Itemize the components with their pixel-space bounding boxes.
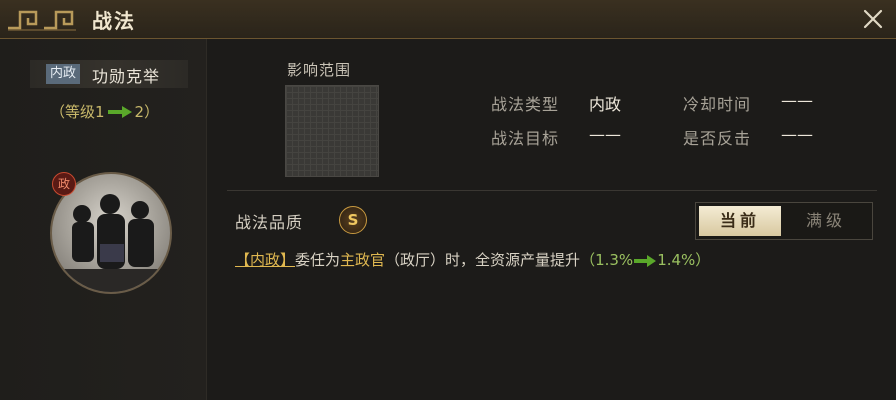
skill-type-label: 战法类型 [491, 95, 560, 114]
tab-max-level[interactable]: 满级 [784, 206, 868, 236]
arrow-right-icon [107, 105, 132, 118]
skill-detail-panel: 影响范围 战法类型 内政 冷却时间 —— 战法目标 —— 是否反击 —— 战法品… [207, 39, 896, 400]
cooldown-label: 冷却时间 [683, 95, 752, 114]
counterattack-label: 是否反击 [683, 129, 752, 148]
range-grid [285, 85, 379, 177]
level-to: 2） [134, 103, 160, 121]
close-icon[interactable] [860, 6, 886, 32]
description-part1: 委任为 [295, 251, 341, 269]
skill-description: 【内政】委任为主政官（政厅）时，全资源产量提升（1.3% 1.4%） [235, 249, 710, 270]
quality-grade-badge: S [339, 206, 367, 234]
tab-current[interactable]: 当前 [699, 206, 781, 236]
skill-type-tag: 内政 [46, 64, 81, 84]
section-divider [227, 190, 877, 191]
level-view-toggle: 当前 满级 [695, 202, 873, 240]
description-part2: （政厅）时，全资源产量提升 [385, 251, 581, 269]
skill-type-value: 内政 [589, 95, 622, 114]
quality-label: 战法品质 [235, 213, 304, 232]
domestic-affairs-badge: 政 [52, 172, 76, 196]
skill-target-value: —— [589, 125, 621, 144]
title-bar: 战法 [0, 0, 896, 39]
description-highlight: 主政官 [340, 251, 386, 269]
description-tag: 【内政】 [235, 251, 296, 269]
description-value-to: 1.4% [657, 251, 696, 269]
arrow-right-icon [634, 254, 657, 267]
meander-ornament-icon [8, 10, 76, 31]
skill-portrait: 政 [50, 172, 172, 294]
skill-name: 功勋克举 [92, 67, 161, 86]
range-label: 影响范围 [287, 61, 352, 79]
cooldown-value: —— [781, 91, 813, 110]
level-indicator: （等级1 2） [50, 101, 159, 122]
skill-name-box: 内政 功勋克举 [30, 60, 188, 88]
skill-summary-panel: 内政 功勋克举 （等级1 2） 政 [0, 39, 207, 400]
description-open-paren: （ [580, 251, 596, 269]
level-from: （等级1 [50, 103, 105, 121]
description-close-paren: ） [695, 251, 711, 269]
counterattack-value: —— [781, 125, 813, 144]
skill-target-label: 战法目标 [491, 129, 560, 148]
window-title: 战法 [92, 9, 136, 33]
description-value-from: 1.3% [595, 251, 634, 269]
